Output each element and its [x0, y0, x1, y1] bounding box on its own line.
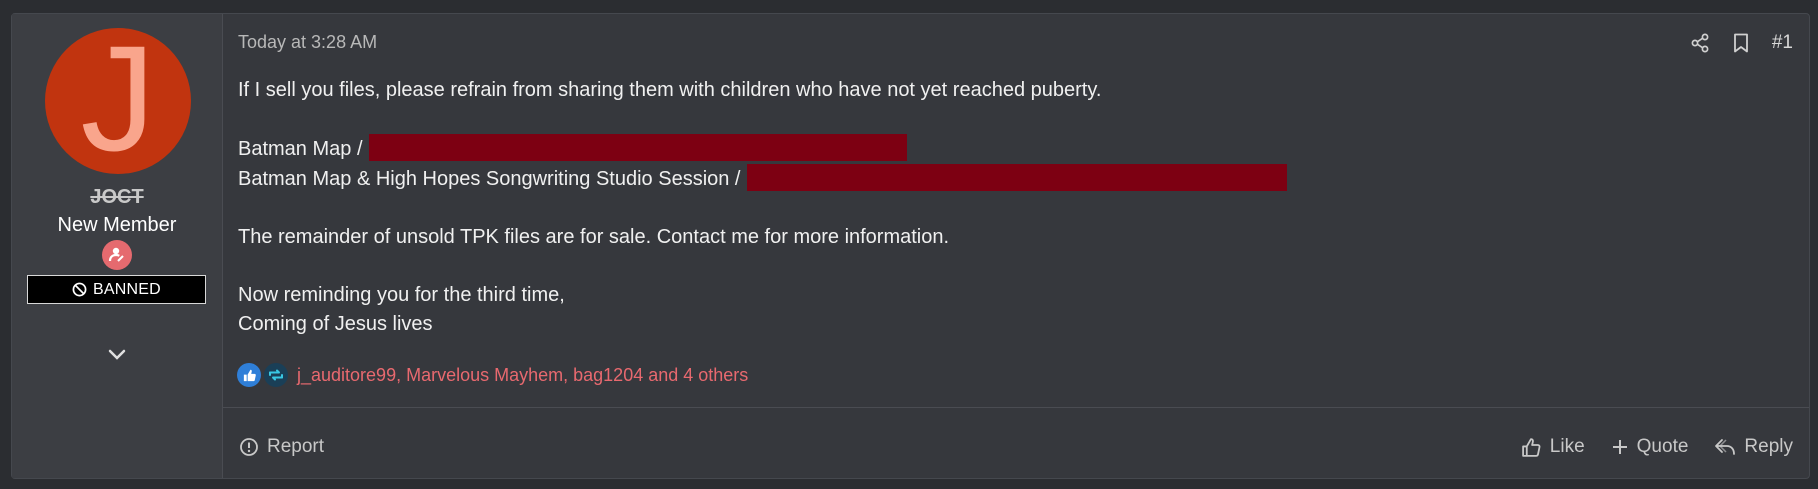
avatar-letter: J [80, 28, 156, 174]
post-date[interactable]: Today at 3:28 AM [238, 32, 377, 53]
member-badge-icon [102, 240, 132, 270]
plus-icon [1612, 440, 1627, 454]
post-line-text: Batman Map & High Hopes Songwriting Stud… [238, 168, 741, 190]
like-button[interactable]: Like [1521, 436, 1585, 458]
thumbs-up-icon [1522, 437, 1541, 457]
user-sidebar: J JOCT New Member BANNED [12, 14, 223, 478]
share-icon[interactable] [1690, 33, 1710, 53]
chevron-down-icon[interactable] [104, 342, 130, 368]
quote-label: Quote [1636, 436, 1689, 457]
user-title: New Member [57, 214, 177, 236]
post-line-text: Batman Map / [238, 138, 363, 160]
post-main: Today at 3:28 AM #1 If I sell you files,… [223, 14, 1809, 478]
post-number[interactable]: #1 [1772, 32, 1793, 54]
avatar[interactable]: J [45, 28, 191, 174]
post-line-with-redaction: Batman Map / [238, 134, 1287, 164]
report-button[interactable]: Report [239, 436, 324, 458]
alert-circle-icon [240, 438, 258, 456]
reply-icon [1715, 439, 1736, 455]
divider [223, 407, 1809, 408]
reactions-bar[interactable]: j_auditore99, Marvelous Mayhem, bag1204 … [237, 363, 748, 387]
banned-badge: BANNED [27, 275, 206, 304]
post-body: If I sell you files, please refrain from… [238, 76, 1287, 339]
like-label: Like [1549, 436, 1585, 457]
bookmark-icon[interactable] [1732, 33, 1750, 53]
post-footer-actions: Like Quote Reply [1521, 436, 1793, 458]
report-label: Report [267, 436, 325, 457]
reaction-users[interactable]: j_auditore99, Marvelous Mayhem, bag1204 … [297, 365, 748, 386]
post-line: Now reminding you for the third time, [238, 284, 565, 306]
post-top-actions: #1 [1690, 32, 1793, 54]
post-line-with-redaction: Batman Map & High Hopes Songwriting Stud… [238, 164, 1287, 194]
quote-button[interactable]: Quote [1611, 436, 1689, 458]
banned-label: BANNED [93, 280, 161, 298]
post-line: If I sell you files, please refrain from… [238, 79, 1102, 101]
repost-reaction-icon [264, 363, 288, 387]
post-line: The remainder of unsold TPK files are fo… [238, 226, 950, 248]
redacted-block [746, 164, 1287, 191]
reply-button[interactable]: Reply [1714, 436, 1793, 458]
reply-label: Reply [1744, 436, 1793, 457]
like-reaction-icon [237, 363, 261, 387]
redacted-block [368, 134, 907, 161]
username[interactable]: JOCT [12, 186, 222, 209]
post-line: Coming of Jesus lives [238, 313, 433, 335]
ban-icon [72, 282, 87, 297]
forum-post: J JOCT New Member BANNED Today at 3:28 A… [11, 13, 1810, 479]
